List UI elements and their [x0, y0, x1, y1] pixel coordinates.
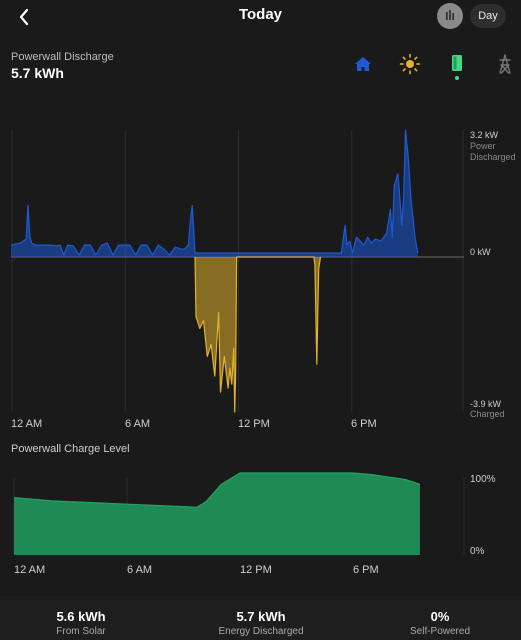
y-label-top-text-2: Discharged [470, 152, 516, 162]
metric-value: 5.7 kWh [11, 65, 64, 81]
bar-chart-icon [446, 10, 454, 20]
x-tick-label: 12 AM [11, 418, 42, 430]
y-label-top-text: Power [470, 141, 496, 151]
x-tick-label: 6 PM [353, 564, 379, 576]
stat-self-powered: 0% Self-Powered [353, 609, 521, 637]
stat-value: 5.7 kWh [236, 609, 286, 624]
x-tick-label: 6 PM [351, 418, 377, 430]
discharge-line [10, 129, 419, 256]
x-tick-label: 12 PM [238, 418, 270, 430]
y-label-bottom-value: -3.9 kW [470, 399, 502, 409]
period-selector-button[interactable]: Day [470, 4, 506, 28]
sun-icon[interactable] [399, 53, 421, 75]
active-indicator [455, 76, 459, 80]
stat-from-solar: 5.6 kWh From Solar [0, 609, 168, 637]
stat-label: Energy Discharged [218, 626, 304, 637]
home-icon[interactable] [352, 53, 374, 75]
chart-view-button[interactable] [437, 3, 463, 29]
charge-area [195, 257, 321, 412]
x-tick-label: 6 AM [127, 564, 152, 576]
y-label-top: 100% [470, 474, 496, 485]
stat-label: From Solar [56, 626, 106, 637]
metric-label: Powerwall Discharge [11, 51, 114, 63]
power-chart: 3.2 kW Power Discharged 0 kW -3.9 kW Cha… [10, 129, 516, 430]
charge-level-area [14, 473, 420, 555]
x-tick-label: 6 AM [125, 418, 150, 430]
stat-value: 5.6 kWh [56, 609, 106, 624]
charge-level-chart: 100% 0% 12 AM 6 AM 12 PM 6 PM [13, 472, 496, 576]
grid-tower-icon[interactable] [494, 53, 516, 75]
section-label: Powerwall Charge Level [11, 443, 130, 455]
x-tick-label: 12 AM [14, 564, 45, 576]
y-label-zero: 0 kW [470, 247, 491, 257]
stat-energy-discharged: 5.7 kWh Energy Discharged [174, 609, 348, 637]
y-label-bottom: 0% [470, 546, 485, 557]
stat-value: 0% [430, 609, 450, 624]
powerwall-icon[interactable] [446, 52, 468, 74]
y-label-top-value: 3.2 kW [470, 130, 499, 140]
y-label-bottom-text: Charged [470, 409, 505, 419]
x-tick-label: 12 PM [240, 564, 272, 576]
stat-label: Self-Powered [409, 626, 471, 637]
